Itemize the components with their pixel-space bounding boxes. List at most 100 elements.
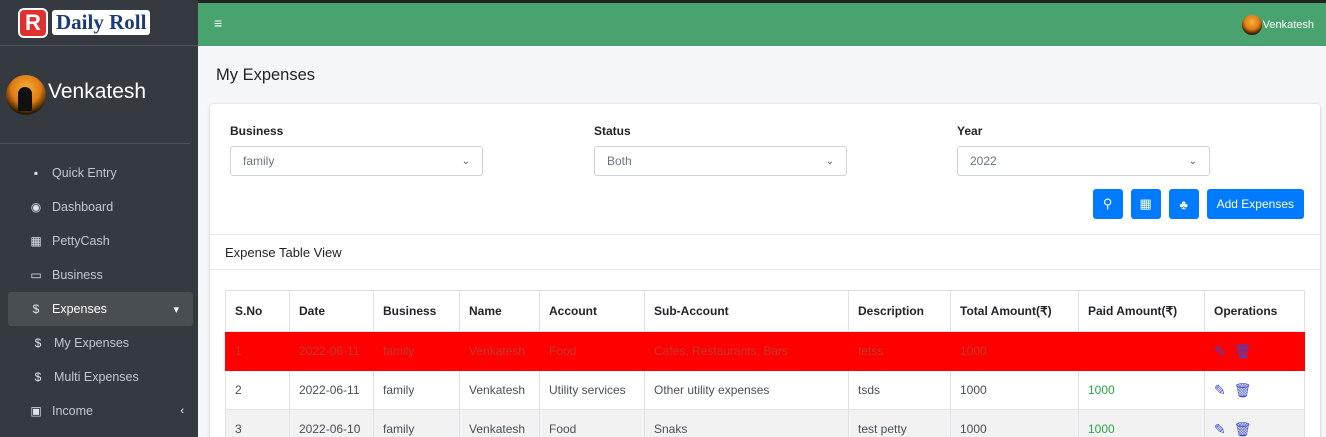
sidebar-item-dashboard[interactable]: ◉ Dashboard: [0, 190, 198, 224]
chevron-down-icon: ⌄: [1188, 155, 1197, 167]
cell-account: Food: [539, 331, 645, 371]
column-header[interactable]: Account: [539, 290, 645, 332]
topbar: ≡ Venkatesh: [198, 0, 1326, 46]
sidebar-item-expenses[interactable]: $ Expenses ▾: [8, 292, 193, 326]
cell-description: test petty: [848, 409, 951, 437]
sidebar-item-quick-entry[interactable]: ▪ Quick Entry: [0, 156, 198, 190]
tree-view-button[interactable]: ♣: [1168, 189, 1199, 219]
hamburger-icon[interactable]: ≡: [214, 15, 222, 31]
cell-name: Venkatesh: [459, 409, 540, 437]
trash-icon[interactable]: 🗑: [1234, 421, 1252, 437]
cell-paid-amount: 1000: [1078, 370, 1205, 410]
sidebar-nav: ▪ Quick Entry ◉ Dashboard ▦ PettyCash ▭ …: [0, 144, 198, 428]
column-header: Operations: [1204, 290, 1305, 332]
status-label: Status: [594, 124, 631, 138]
sidebar-item-label: Income: [52, 404, 93, 418]
year-select[interactable]: 2022 ⌄: [957, 146, 1210, 176]
sidebar-item-label: Multi Expenses: [54, 370, 139, 384]
column-header[interactable]: Paid Amount(₹): [1078, 290, 1205, 332]
business-select[interactable]: family ⌄: [230, 146, 483, 176]
cell-operations: ✎ 🗑: [1204, 409, 1305, 437]
cell-total-amount: 1000: [950, 331, 1079, 371]
cell-operations: ✎ 🗑: [1204, 331, 1305, 371]
calculator-icon: ▦: [30, 234, 42, 248]
column-header[interactable]: Sub-Account: [644, 290, 849, 332]
cell-date: 2022-06-11: [289, 331, 374, 371]
business-filter: Business family ⌄: [230, 124, 483, 176]
page-title: My Expenses: [216, 66, 316, 84]
column-header[interactable]: S.No: [225, 290, 290, 332]
trash-icon[interactable]: 🗑: [1234, 343, 1252, 360]
column-header[interactable]: Name: [459, 290, 540, 332]
cell-sno: 2: [225, 370, 290, 410]
status-select[interactable]: Both ⌄: [594, 146, 847, 176]
cell-operations: ✎ 🗑: [1204, 370, 1305, 410]
topbar-user-menu[interactable]: Venkatesh: [1241, 15, 1314, 35]
sidebar-item-my-expenses[interactable]: $ My Expenses: [0, 326, 198, 360]
edit-icon[interactable]: ✎: [1214, 343, 1226, 360]
cell-sub-account: Cafes, Restaurants, Bars: [644, 331, 849, 371]
add-expenses-button[interactable]: Add Expenses: [1206, 189, 1304, 219]
action-buttons: ⚲ ▦ ♣ Add Expenses: [1092, 189, 1304, 219]
chevron-left-icon: ‹: [180, 405, 184, 417]
brand-logo[interactable]: R Daily Roll: [18, 7, 151, 38]
table-row[interactable]: 1 2022-06-11 family Venkatesh Food Cafes…: [225, 331, 1305, 371]
main-content: My Expenses Business family ⌄ Status Bot…: [198, 46, 1326, 437]
cell-date: 2022-06-11: [289, 370, 374, 410]
cell-paid-amount: [1078, 331, 1205, 371]
avatar: [1241, 15, 1262, 35]
sidebar-item-label: My Expenses: [54, 336, 130, 350]
search-icon: ⚲: [1102, 196, 1113, 211]
sidebar-item-multi-expenses[interactable]: $ Multi Expenses: [0, 360, 198, 394]
year-filter: Year 2022 ⌄: [957, 124, 1210, 176]
cell-account: Utility services: [539, 370, 645, 410]
edit-icon[interactable]: ✎: [1214, 382, 1226, 399]
cell-account: Food: [539, 409, 645, 437]
year-select-value: 2022: [970, 154, 997, 168]
cell-description: tetss: [848, 331, 951, 371]
cell-date: 2022-06-10: [289, 409, 374, 437]
search-button[interactable]: ⚲: [1092, 189, 1123, 219]
edit-icon[interactable]: ✎: [1214, 421, 1226, 437]
sidebar: R Daily Roll Venkatesh ▪ Quick Entry ◉ D…: [0, 0, 198, 437]
business-label: Business: [230, 124, 284, 138]
status-select-value: Both: [607, 154, 632, 168]
column-header[interactable]: Business: [373, 290, 460, 332]
cell-total-amount: 1000: [950, 370, 1079, 410]
expenses-table: S.No Date Business Name Account Sub-Acco…: [225, 290, 1305, 437]
table-icon: ▦: [1139, 196, 1152, 211]
table-row[interactable]: 3 2022-06-10 family Venkatesh Food Snaks…: [225, 409, 1305, 437]
trash-icon[interactable]: 🗑: [1234, 382, 1252, 399]
status-filter: Status Both ⌄: [594, 124, 847, 176]
cell-business: family: [373, 409, 460, 437]
cell-sub-account: Other utility expenses: [644, 370, 849, 410]
cell-description: tsds: [848, 370, 951, 410]
expenses-card: Business family ⌄ Status Both ⌄ Year 202…: [210, 104, 1320, 437]
dashboard-icon: ◉: [30, 200, 42, 214]
book-icon: ▪: [33, 166, 39, 180]
dollar-icon: $: [34, 336, 42, 350]
money-icon: ▣: [30, 404, 42, 418]
sidebar-item-label: Expenses: [52, 302, 107, 316]
sidebar-item-income[interactable]: ▣ Income ‹: [0, 394, 198, 428]
column-header[interactable]: Date: [289, 290, 374, 332]
sidebar-item-label: Business: [52, 268, 103, 282]
brand-name: Daily Roll: [52, 10, 151, 35]
cell-name: Venkatesh: [459, 370, 540, 410]
user-panel[interactable]: Venkatesh: [0, 46, 190, 144]
table-view-button[interactable]: ▦: [1130, 189, 1161, 219]
table-row[interactable]: 2 2022-06-11 family Venkatesh Utility se…: [225, 370, 1305, 410]
business-select-value: family: [243, 154, 275, 168]
year-label: Year: [957, 124, 983, 138]
user-name[interactable]: Venkatesh: [48, 80, 146, 104]
cell-name: Venkatesh: [459, 331, 540, 371]
chevron-down-icon: ⌄: [825, 155, 834, 167]
cell-sno: 1: [225, 331, 290, 371]
brand[interactable]: R Daily Roll: [0, 0, 198, 46]
column-header[interactable]: Description: [848, 290, 951, 332]
cell-business: family: [373, 370, 460, 410]
column-header[interactable]: Total Amount(₹): [950, 290, 1079, 332]
sidebar-item-business[interactable]: ▭ Business: [0, 258, 198, 292]
chevron-down-icon: ▾: [173, 303, 179, 316]
sidebar-item-pettycash[interactable]: ▦ PettyCash: [0, 224, 198, 258]
